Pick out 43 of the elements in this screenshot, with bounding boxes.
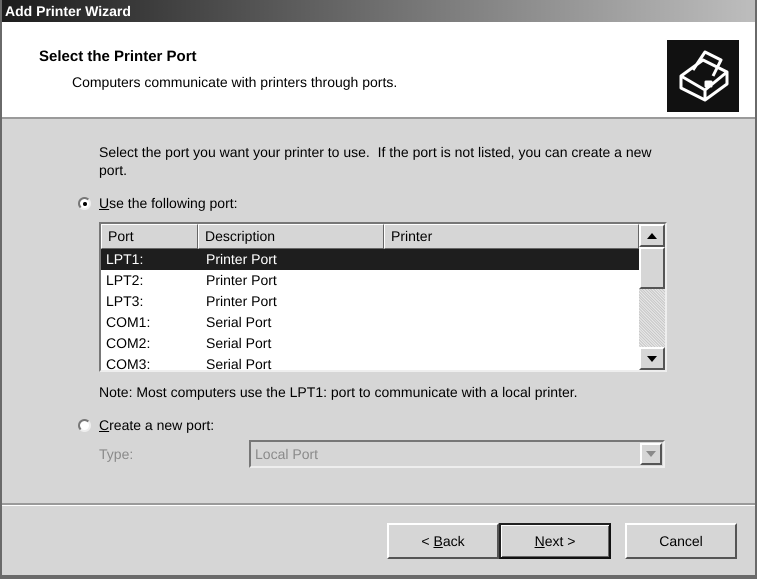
radio-button[interactable] — [78, 419, 91, 432]
printer-icon — [667, 40, 739, 112]
header-subtitle: Computers communicate with printers through ports. — [71, 72, 398, 92]
header-title: Select the Printer Port — [39, 47, 198, 67]
table-cell-text: LPT2: — [105, 271, 144, 290]
table-cell-text: Printer Port — [205, 292, 278, 311]
list-row[interactable]: LPT3: Printer Port — [101, 291, 639, 312]
type-label: Type: — [99, 444, 134, 464]
radio-label[interactable]: Create a new port: — [99, 415, 214, 436]
list-row[interactable]: LPT2: Printer Port — [101, 270, 639, 291]
scroll-thumb[interactable] — [639, 247, 665, 289]
wizard-button[interactable]: Cancel — [625, 523, 737, 559]
table-cell-text: COM3: — [105, 355, 152, 370]
table-cell-text: COM2: — [105, 334, 152, 353]
scroll-down-button[interactable] — [639, 347, 665, 370]
table-cell-text: LPT1: — [105, 250, 144, 269]
list-row[interactable]: COM2: Serial Port — [101, 333, 639, 354]
table-cell-text: Serial Port — [205, 313, 272, 332]
scrollbar[interactable] — [639, 224, 665, 370]
down-arrow-icon — [647, 356, 657, 362]
down-arrow-icon — [646, 451, 656, 457]
list-row[interactable]: COM3: Serial Port — [101, 354, 639, 370]
window-title: Add Printer Wizard — [5, 2, 131, 20]
column-header[interactable]: Printer — [384, 224, 639, 249]
column-header[interactable]: Port — [101, 224, 198, 249]
table-cell-text: Printer Port — [205, 271, 278, 290]
instructions-text: Select the port you want your printer to use. If the port is not listed, you can create a new port. — [99, 143, 653, 179]
radio-button[interactable] — [78, 197, 91, 210]
wizard-button[interactable]: Next > — [499, 523, 611, 559]
wizard-button[interactable]: < Back — [387, 523, 499, 559]
note-text: Note: Most computers use the LPT1: port to communicate with a local printer. — [99, 383, 579, 402]
table-cell-text: Printer Port — [205, 250, 278, 269]
radio-label[interactable]: Use the following port: — [99, 193, 238, 214]
table-cell-text: LPT3: — [105, 292, 144, 311]
table-cell-text: Serial Port — [205, 355, 272, 370]
list-row[interactable]: COM1: Serial Port — [101, 312, 639, 333]
scroll-up-button[interactable] — [639, 224, 665, 247]
list-row[interactable]: LPT1: Printer Port — [101, 249, 639, 270]
table-cell-text: COM1: — [105, 313, 152, 332]
dropdown-button[interactable] — [640, 443, 662, 465]
column-header[interactable]: Description — [198, 224, 384, 249]
up-arrow-icon — [647, 232, 657, 238]
table-cell-text: Serial Port — [205, 334, 272, 353]
